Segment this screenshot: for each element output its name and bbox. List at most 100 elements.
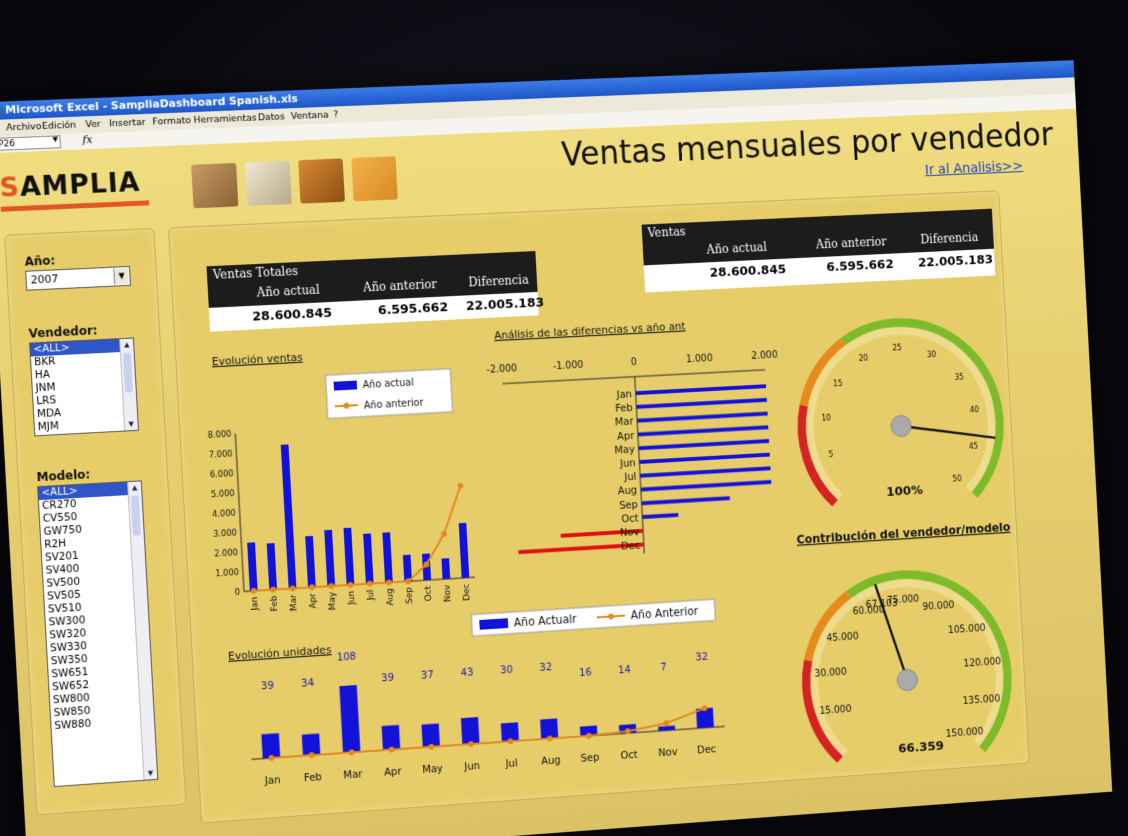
units-line-anterior bbox=[270, 708, 705, 758]
sales-bar bbox=[458, 522, 470, 579]
diff-bar bbox=[637, 425, 769, 437]
order-gauge-tick: 75.000 bbox=[887, 594, 920, 607]
chevron-down-icon[interactable]: ▼ bbox=[113, 267, 129, 285]
sales-x-tick: Sep bbox=[405, 587, 416, 604]
menu-?[interactable]: ? bbox=[333, 106, 339, 123]
units-data-label: 39 bbox=[261, 680, 275, 693]
sales-bar bbox=[343, 527, 355, 586]
units-data-label: 16 bbox=[579, 666, 592, 679]
diff-x-tick: -2.000 bbox=[486, 363, 517, 375]
folder-icon bbox=[244, 160, 292, 206]
contrib-gauge-value: 100% bbox=[886, 483, 923, 500]
order-gauge-tick: 90.000 bbox=[922, 600, 954, 613]
diff-y-tick: Jan bbox=[615, 389, 632, 402]
units-data-label: 30 bbox=[500, 664, 513, 677]
charts-canvas: Evolución ventas 0 1.000 2.000 3.000 4.000 5.0… bbox=[207, 191, 1029, 800]
vendor-listbox[interactable]: <ALL> BKR HA JNM LRS MDA MJM ▲ ▼ bbox=[29, 337, 139, 437]
sales-x-tick: Mar bbox=[289, 594, 300, 612]
scroll-up-icon[interactable]: ▲ bbox=[120, 338, 133, 351]
menu-insertar[interactable]: Insertar bbox=[109, 114, 146, 132]
units-bar bbox=[339, 685, 361, 753]
diff-y-tick: Jul bbox=[623, 471, 636, 483]
diff-bar bbox=[638, 438, 770, 451]
sales-chart-title: Evolución ventas bbox=[211, 351, 303, 369]
units-data-label: 37 bbox=[421, 669, 434, 682]
units-bar bbox=[460, 717, 480, 745]
diff-y-tick: Sep bbox=[619, 499, 639, 512]
sales-y-tick: 0 bbox=[235, 587, 241, 597]
scroll-up-icon[interactable]: ▲ bbox=[128, 481, 141, 494]
scroll-down-icon[interactable]: ▼ bbox=[144, 767, 157, 780]
screen: X Microsoft Excel - SampliaDashboard Spa… bbox=[0, 0, 1128, 836]
diff-y-tick: Oct bbox=[621, 512, 639, 525]
units-x-tick: May bbox=[422, 763, 443, 776]
units-x-tick: Feb bbox=[304, 771, 323, 784]
units-bar bbox=[381, 724, 401, 751]
sales-x-tick: Feb bbox=[270, 595, 281, 612]
units-bar bbox=[421, 723, 440, 748]
sales-y-tick: 6.000 bbox=[210, 468, 234, 479]
excel-window: X Microsoft Excel - SampliaDashboard Spa… bbox=[0, 60, 1113, 836]
diff-bar bbox=[640, 480, 772, 492]
units-data-label: 32 bbox=[695, 651, 708, 663]
order-gauge-value: 66.359 bbox=[898, 739, 945, 757]
scroll-thumb[interactable] bbox=[130, 495, 141, 536]
sales-x-tick: Jan bbox=[250, 596, 261, 611]
diff-bar bbox=[641, 496, 730, 506]
units-bar bbox=[261, 733, 281, 759]
filter-panel: Año: 2007 ▼ Vendedor: <ALL> BKR HA JNM LRS MD… bbox=[4, 227, 187, 816]
scroll-thumb[interactable] bbox=[122, 352, 133, 393]
diff-bar bbox=[642, 512, 679, 520]
diff-y-tick: Mar bbox=[615, 416, 635, 429]
dashboard-sheet: SAMPLIA Ventas mensuales por vendedor Ir… bbox=[0, 108, 1113, 836]
order-gauge-tick: 15.000 bbox=[819, 704, 852, 717]
model-label: Modelo: bbox=[36, 467, 91, 485]
diff-y-tick: May bbox=[614, 444, 635, 457]
sales-x-tick: Jun bbox=[347, 590, 357, 605]
sales-x-tick: Jul bbox=[366, 589, 376, 601]
sales-bar bbox=[441, 558, 451, 580]
sales-bar bbox=[247, 542, 258, 592]
units-data-label: 32 bbox=[539, 661, 552, 674]
year-label: Año: bbox=[24, 253, 56, 269]
contrib-gauge-tick: 25 bbox=[892, 343, 902, 352]
menu-formato[interactable]: Formato bbox=[152, 112, 191, 130]
sales-x-tick: Dec bbox=[462, 583, 472, 601]
menu-ventana[interactable]: Ventana bbox=[290, 107, 329, 125]
name-box-dropdown-icon[interactable]: ▼ bbox=[52, 135, 58, 143]
units-data-label: 14 bbox=[618, 664, 631, 677]
function-icon[interactable]: fx bbox=[82, 133, 93, 146]
units-x-tick: Nov bbox=[658, 746, 678, 759]
sales-x-tick: Apr bbox=[308, 593, 319, 609]
units-data-label: 108 bbox=[337, 651, 357, 664]
diff-bar bbox=[635, 384, 767, 396]
units-x-tick: Oct bbox=[620, 749, 638, 762]
main-panel: Ventas Totales Año actual Año anterior D… bbox=[168, 190, 1030, 824]
units-data-label: 39 bbox=[381, 672, 394, 685]
sales-y-tick: 3.000 bbox=[213, 528, 237, 539]
diff-bar bbox=[636, 397, 767, 409]
menu-ver[interactable]: Ver bbox=[85, 116, 101, 134]
sales-legend-bar-swatch bbox=[333, 380, 358, 391]
units-x-tick: Jul bbox=[504, 757, 518, 770]
units-x-tick: Mar bbox=[343, 768, 363, 781]
units-line-point bbox=[663, 720, 670, 727]
diff-x-tick: -1.000 bbox=[553, 360, 584, 372]
sales-x-tick: Oct bbox=[424, 585, 434, 601]
model-listbox[interactable]: <ALL> CR270 CV550 GW750 R2H SV201 SV400 SV500 SV… bbox=[37, 480, 159, 788]
year-select[interactable]: 2007 ▼ bbox=[25, 265, 131, 291]
order-gauge-hub bbox=[897, 669, 918, 691]
menu-edicin[interactable]: Edición bbox=[42, 117, 77, 135]
sales-y-tick: 4.000 bbox=[212, 508, 236, 519]
scroll-down-icon[interactable]: ▼ bbox=[125, 418, 138, 431]
analysis-link[interactable]: Ir al Analisis>> bbox=[925, 159, 1024, 179]
sales-x-tick: May bbox=[328, 591, 339, 611]
sales-y-tick: 8.000 bbox=[207, 429, 231, 440]
sales-bar bbox=[266, 543, 278, 590]
contrib-gauge-tick: 15 bbox=[833, 379, 843, 388]
menu-archivo[interactable]: Archivo bbox=[6, 118, 42, 136]
menu-datos[interactable]: Datos bbox=[257, 108, 285, 126]
vendor-label: Vendedor: bbox=[28, 323, 98, 341]
year-value: 2007 bbox=[30, 272, 59, 287]
units-x-tick: Apr bbox=[384, 766, 403, 779]
